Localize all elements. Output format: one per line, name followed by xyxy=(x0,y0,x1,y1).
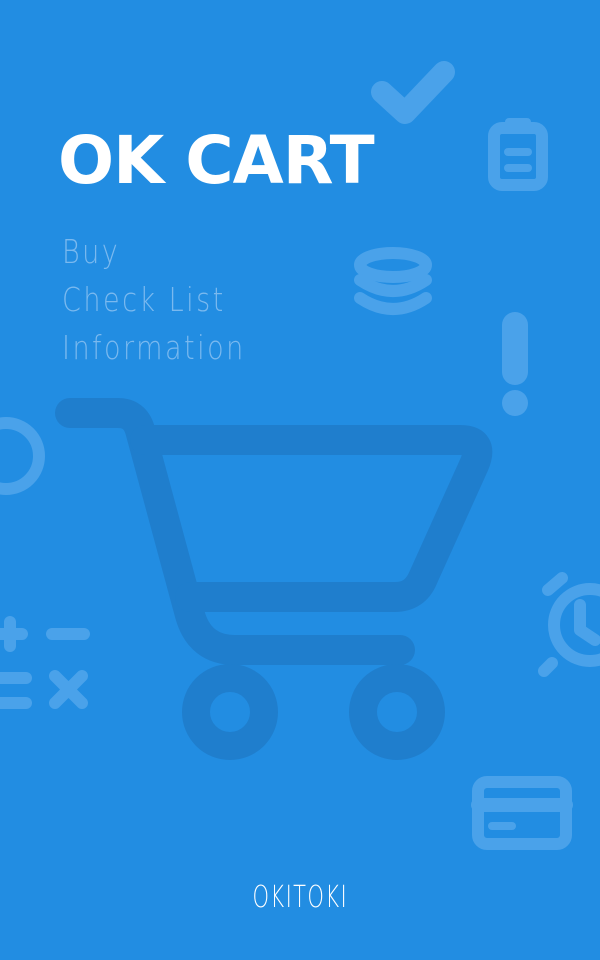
circle-icon xyxy=(0,417,45,495)
exclamation-icon xyxy=(502,312,528,416)
feature-list: Buy Check List Information xyxy=(62,228,286,372)
feature-information: Information xyxy=(62,328,246,367)
clipboard-icon xyxy=(488,118,548,191)
brand-logo: OKITOKI xyxy=(0,880,600,915)
check-icon xyxy=(371,61,455,124)
feature-check-list: Check List xyxy=(62,280,226,319)
cart-icon xyxy=(55,398,493,760)
coins-icon xyxy=(354,247,432,315)
brand-logo-text: OKITOKI xyxy=(252,880,348,915)
app-title: OK CART xyxy=(58,122,375,199)
calculator-icon xyxy=(0,616,90,709)
feature-buy: Buy xyxy=(62,232,121,271)
alarm-clock-icon xyxy=(538,572,600,677)
credit-card-icon xyxy=(471,776,573,850)
